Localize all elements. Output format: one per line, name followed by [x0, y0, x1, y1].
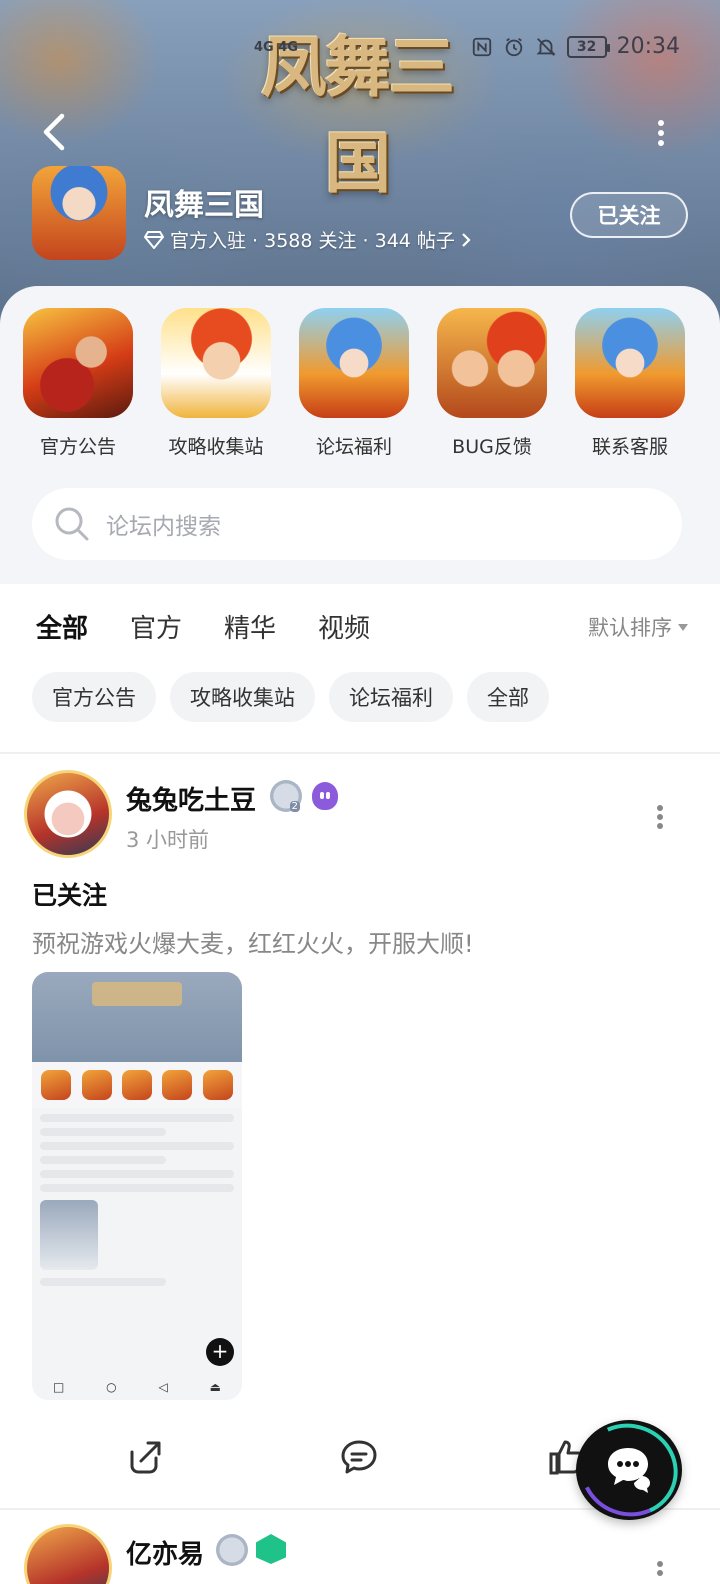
post-time: 3 小时前	[126, 828, 210, 852]
screenshot-icons	[32, 1062, 242, 1108]
chat-bubble-icon	[608, 1448, 650, 1493]
feature-bug-feedback[interactable]: BUG反馈	[436, 308, 548, 459]
screenshot-banner	[32, 972, 242, 1062]
game-meta-text: 官方入驻 · 3588 关注 · 344 帖子	[170, 230, 455, 252]
game-meta[interactable]: 官方入驻 · 3588 关注 · 344 帖子	[144, 226, 471, 253]
nfc-icon	[472, 37, 491, 56]
post-username[interactable]: 亿亦易	[126, 1534, 204, 1571]
chip-forum-welfare[interactable]: 论坛福利	[329, 672, 453, 722]
pet-badge-icon	[312, 782, 338, 810]
more-vertical-icon[interactable]	[650, 802, 670, 832]
battery-icon: 32	[566, 35, 610, 58]
chip-guide-station[interactable]: 攻略收集站	[170, 672, 315, 722]
alarm-icon	[505, 37, 522, 56]
post-title: 已关注	[32, 881, 108, 910]
tab-all[interactable]: 全部	[36, 608, 88, 645]
diamond-icon	[144, 230, 164, 249]
share-icon[interactable]	[126, 1438, 164, 1476]
tab-video[interactable]: 视频	[318, 608, 370, 645]
square-icon: □	[52, 1380, 65, 1394]
signal-indicator: 4G 4G	[254, 40, 298, 55]
tab-bar: 全部 官方 精华 视频 默认排序	[0, 584, 720, 664]
comment-icon[interactable]	[340, 1438, 378, 1476]
screenshot-nav-bar: □ ○ ◁ ⏏	[32, 1374, 242, 1400]
feature-image	[23, 308, 133, 418]
feature-label: BUG反馈	[452, 436, 532, 458]
avatar[interactable]	[24, 770, 112, 858]
search-icon	[55, 507, 89, 541]
filter-chips: 官方公告 攻略收集站 论坛福利 全部	[32, 672, 549, 722]
feature-label: 联系客服	[591, 436, 668, 458]
game-icon	[32, 166, 126, 260]
chip-all[interactable]: 全部	[467, 672, 549, 722]
sort-dropdown[interactable]: 默认排序	[588, 612, 688, 642]
post-username[interactable]: 兔兔吃土豆	[126, 780, 256, 817]
feature-image	[575, 308, 685, 418]
feature-panel: 官方公告 攻略收集站 论坛福利 BUG反馈 联系客服 论坛内搜索	[0, 286, 720, 584]
follow-button[interactable]: 已关注	[570, 192, 688, 238]
divider	[0, 752, 720, 754]
tab-official[interactable]: 官方	[130, 608, 182, 645]
feature-image	[299, 308, 409, 418]
more-vertical-icon[interactable]	[650, 1558, 670, 1584]
feature-image	[437, 308, 547, 418]
feature-contact-support[interactable]: 联系客服	[574, 308, 686, 459]
game-header: 凤舞三国 官方入驻 · 3588 关注 · 344 帖子 已关注	[32, 166, 688, 262]
sort-label: 默认排序	[588, 616, 672, 640]
banner-logo: 凤舞三国	[261, 28, 455, 202]
avatar[interactable]	[24, 1524, 112, 1584]
screenshot-thumb	[40, 1200, 98, 1270]
status-bar: 32 20:34	[471, 34, 680, 59]
post-card[interactable]: 亿亦易	[0, 1508, 720, 1584]
tab-featured[interactable]: 精华	[224, 608, 276, 645]
feature-label: 官方公告	[39, 436, 116, 458]
post-image[interactable]: + □ ○ ◁ ⏏	[32, 972, 242, 1400]
feature-official-notice[interactable]: 官方公告	[22, 308, 134, 459]
triangle-icon: ◁	[158, 1380, 168, 1394]
chip-official-notice[interactable]: 官方公告	[32, 672, 156, 722]
search-placeholder: 论坛内搜索	[106, 514, 221, 540]
mute-bell-icon	[536, 37, 556, 56]
feature-guide-station[interactable]: 攻略收集站	[160, 308, 272, 459]
feature-image	[161, 308, 271, 418]
circle-icon: ○	[106, 1380, 117, 1394]
upload-icon: ⏏	[209, 1380, 222, 1394]
game-name: 凤舞三国	[144, 188, 264, 223]
level-number: 2	[289, 801, 300, 812]
post-body: 预祝游戏火爆大麦，红红火火，开服大顺!	[32, 930, 474, 958]
level-badge-icon: 2	[270, 780, 302, 812]
feature-forum-welfare[interactable]: 论坛福利	[298, 308, 410, 459]
back-arrow-icon[interactable]	[38, 112, 72, 152]
chevron-right-icon	[462, 232, 471, 247]
clock: 20:34	[616, 34, 680, 59]
more-vertical-icon[interactable]	[652, 118, 670, 148]
caret-down-icon	[678, 623, 688, 631]
feature-label: 论坛福利	[315, 436, 392, 458]
level-badge-icon	[216, 1534, 248, 1566]
game-badge-icon	[256, 1534, 286, 1564]
plus-icon: +	[206, 1338, 234, 1366]
chat-fab-button[interactable]	[576, 1420, 682, 1520]
feature-label: 攻略收集站	[168, 436, 264, 458]
search-input[interactable]: 论坛内搜索	[32, 488, 682, 560]
